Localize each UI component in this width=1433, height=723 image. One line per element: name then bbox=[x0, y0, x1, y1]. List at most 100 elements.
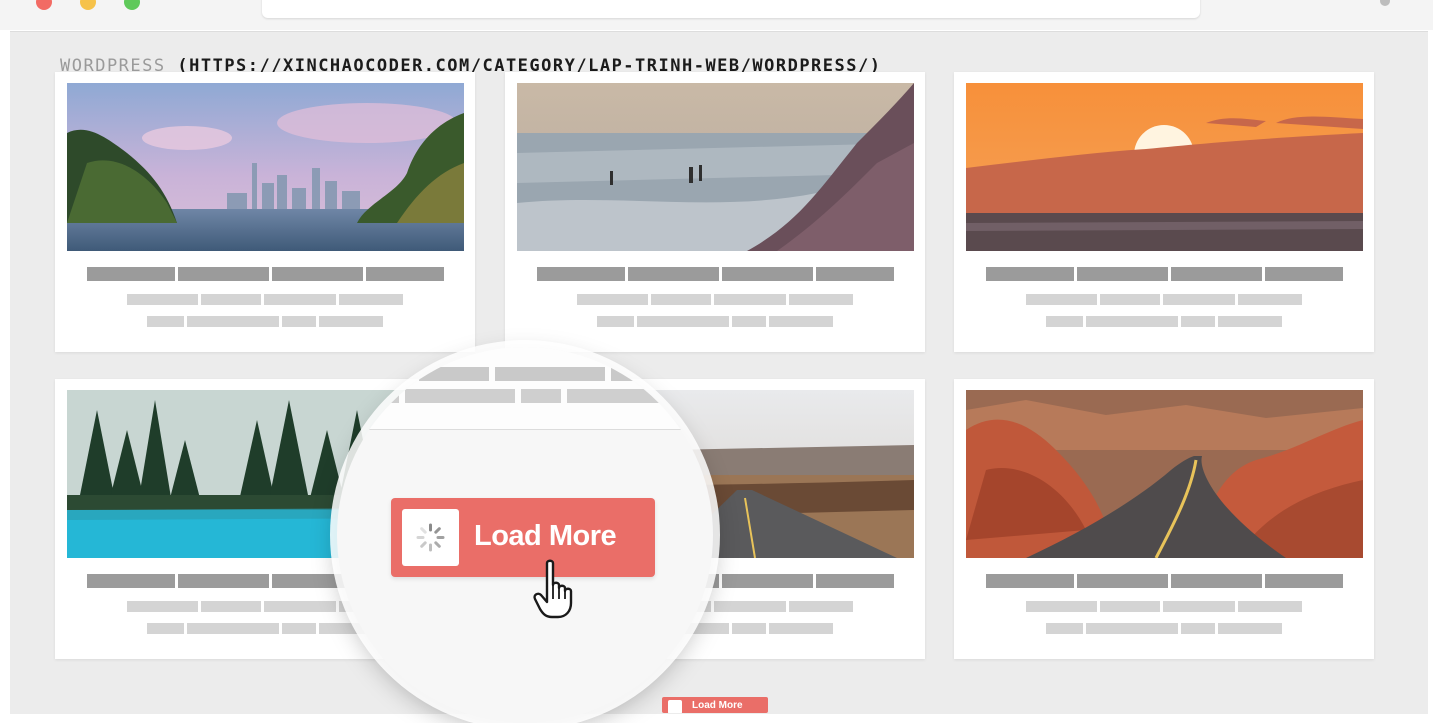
text-placeholder-bar bbox=[597, 316, 634, 327]
post-title-placeholder bbox=[954, 574, 1374, 588]
text-placeholder-bar bbox=[1046, 623, 1083, 634]
text-placeholder-bar bbox=[1086, 316, 1178, 327]
text-placeholder-bar bbox=[177, 267, 269, 281]
text-placeholder-bar bbox=[789, 601, 853, 612]
text-placeholder-bar bbox=[1218, 623, 1282, 634]
text-placeholder-bar bbox=[86, 267, 175, 281]
text-placeholder-bar bbox=[1170, 267, 1262, 281]
text-placeholder-bar bbox=[637, 316, 729, 327]
beach-shoreline-photo bbox=[517, 83, 914, 251]
post-card[interactable] bbox=[954, 379, 1374, 659]
text-placeholder-bar bbox=[282, 623, 316, 634]
text-placeholder-bar bbox=[177, 574, 269, 588]
post-excerpt-placeholder bbox=[954, 601, 1374, 612]
text-placeholder-bar bbox=[282, 316, 316, 327]
text-placeholder-bar bbox=[567, 389, 659, 403]
text-placeholder-bar bbox=[577, 294, 648, 305]
text-placeholder-bar bbox=[187, 316, 279, 327]
text-placeholder-bar bbox=[1238, 294, 1302, 305]
text-placeholder-bar bbox=[495, 367, 605, 381]
post-title-placeholder bbox=[505, 267, 925, 281]
text-placeholder-bar bbox=[1163, 294, 1235, 305]
load-more-label-small: Load More bbox=[692, 700, 743, 711]
text-placeholder-bar bbox=[1264, 267, 1343, 281]
text-placeholder-bar bbox=[815, 267, 894, 281]
text-placeholder-bar bbox=[86, 574, 175, 588]
text-placeholder-bar bbox=[357, 367, 413, 381]
text-placeholder-bar bbox=[769, 316, 833, 327]
text-placeholder-bar bbox=[521, 389, 561, 403]
text-placeholder-bar bbox=[611, 367, 671, 381]
text-placeholder-bar bbox=[1181, 623, 1215, 634]
text-placeholder-bar bbox=[339, 294, 403, 305]
magnified-card-bottom bbox=[337, 347, 697, 430]
minimize-window-icon[interactable] bbox=[80, 0, 96, 10]
text-placeholder-bar bbox=[264, 601, 336, 612]
post-excerpt-placeholder bbox=[505, 294, 925, 305]
post-title-placeholder bbox=[55, 267, 475, 281]
text-placeholder-bar bbox=[187, 623, 279, 634]
post-excerpt-placeholder bbox=[55, 294, 475, 305]
address-bar[interactable] bbox=[262, 0, 1200, 18]
post-card[interactable] bbox=[55, 72, 475, 352]
city-skyline-lake-photo bbox=[67, 83, 464, 251]
text-placeholder-bar bbox=[721, 574, 813, 588]
load-more-label: Load More bbox=[474, 520, 617, 552]
text-placeholder-bar bbox=[405, 389, 515, 403]
load-more-button-small[interactable]: Load More bbox=[662, 697, 768, 713]
text-placeholder-bar bbox=[147, 623, 184, 634]
text-placeholder-bar bbox=[365, 267, 444, 281]
text-placeholder-bar bbox=[1163, 601, 1235, 612]
post-excerpt-placeholder bbox=[505, 316, 925, 327]
post-excerpt-placeholder bbox=[954, 316, 1374, 327]
maximize-window-icon[interactable] bbox=[124, 0, 140, 10]
text-placeholder-bar bbox=[985, 267, 1074, 281]
text-placeholder-bar bbox=[1264, 574, 1343, 588]
text-placeholder-bar bbox=[271, 267, 363, 281]
red-rock-canyon-road-photo bbox=[966, 390, 1363, 558]
text-placeholder-bar bbox=[1218, 316, 1282, 327]
text-placeholder-bar bbox=[1238, 601, 1302, 612]
text-placeholder-bar bbox=[337, 389, 399, 403]
text-placeholder-bar bbox=[721, 267, 813, 281]
text-placeholder-bar bbox=[789, 294, 853, 305]
text-placeholder-bar bbox=[985, 574, 1074, 588]
post-card[interactable] bbox=[505, 72, 925, 352]
orange-sunset-sea-photo bbox=[966, 83, 1363, 251]
text-placeholder-bar bbox=[264, 294, 336, 305]
close-window-icon[interactable] bbox=[36, 0, 52, 10]
text-placeholder-bar bbox=[419, 367, 489, 381]
text-placeholder-bar bbox=[1170, 574, 1262, 588]
text-placeholder-bar bbox=[1026, 601, 1097, 612]
text-placeholder-bar bbox=[815, 574, 894, 588]
text-placeholder-bar bbox=[1100, 294, 1160, 305]
browser-chrome bbox=[0, 0, 1433, 30]
text-placeholder-bar bbox=[1026, 294, 1097, 305]
text-placeholder-bar bbox=[769, 623, 833, 634]
load-more-button[interactable]: Load More bbox=[391, 498, 655, 577]
text-placeholder-bar bbox=[201, 294, 261, 305]
post-title-placeholder bbox=[954, 267, 1374, 281]
text-placeholder-bar bbox=[732, 623, 766, 634]
loading-spinner-icon bbox=[668, 700, 682, 713]
text-placeholder-bar bbox=[536, 267, 625, 281]
text-placeholder-bar bbox=[127, 294, 198, 305]
text-placeholder-bar bbox=[1046, 316, 1083, 327]
text-placeholder-bar bbox=[1076, 267, 1168, 281]
text-placeholder-bar bbox=[1076, 574, 1168, 588]
text-placeholder-bar bbox=[1086, 623, 1178, 634]
loading-spinner-icon bbox=[402, 509, 459, 566]
hand-pointer-icon bbox=[533, 559, 573, 619]
browser-menu-icon[interactable] bbox=[1380, 0, 1390, 6]
text-placeholder-bar bbox=[1100, 601, 1160, 612]
text-placeholder-bar bbox=[714, 294, 786, 305]
text-placeholder-bar bbox=[627, 267, 719, 281]
post-excerpt-placeholder bbox=[954, 623, 1374, 634]
text-placeholder-bar bbox=[201, 601, 261, 612]
post-excerpt-placeholder bbox=[954, 294, 1374, 305]
text-placeholder-bar bbox=[651, 294, 711, 305]
text-placeholder-bar bbox=[147, 316, 184, 327]
text-placeholder-bar bbox=[319, 316, 383, 327]
post-card[interactable] bbox=[954, 72, 1374, 352]
text-placeholder-bar bbox=[732, 316, 766, 327]
